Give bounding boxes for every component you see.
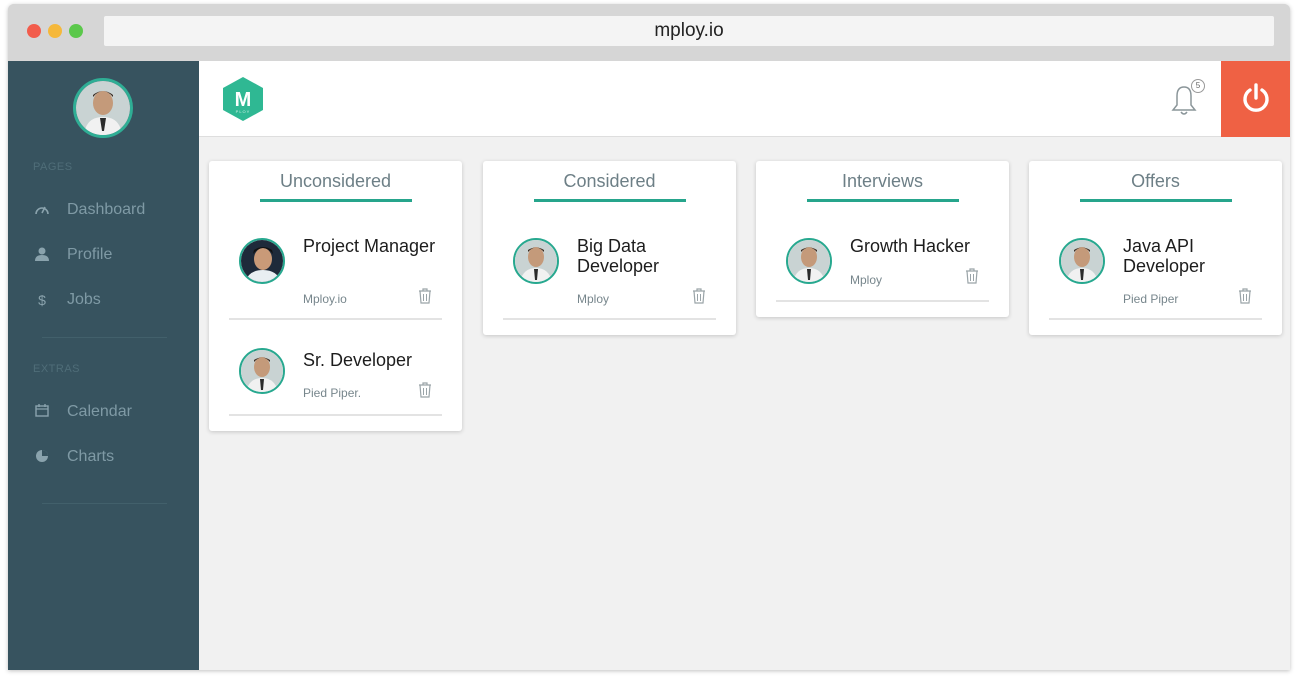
job-title: Project Manager xyxy=(303,236,436,256)
job-title: Big Data Developer xyxy=(577,236,660,276)
company-name: Mploy xyxy=(577,292,610,306)
applicant-avatar xyxy=(513,238,559,284)
column-interviews: Interviews Growth Hacker Mploy xyxy=(756,161,1009,317)
job-title: Growth Hacker xyxy=(850,236,971,256)
applicant-avatar xyxy=(239,238,285,284)
applicant-avatar xyxy=(1059,238,1105,284)
job-card[interactable]: Growth Hacker Mploy xyxy=(776,202,989,302)
job-title: Sr. Developer xyxy=(303,350,413,370)
sidebar-item-dashboard[interactable]: Dashboard xyxy=(33,199,145,221)
user-icon xyxy=(33,247,51,264)
trash-icon[interactable] xyxy=(418,288,432,304)
column-title: Considered xyxy=(563,171,656,191)
sidebar: PAGES Dashboard Profile $ Jobs EXTRAS Ca… xyxy=(8,61,199,670)
sidebar-divider xyxy=(42,503,167,504)
company-name: Pied Piper. xyxy=(303,386,362,400)
column-title: Interviews xyxy=(841,171,924,191)
sidebar-divider xyxy=(42,337,167,338)
applicant-avatar xyxy=(786,238,832,284)
sidebar-section-pages: PAGES xyxy=(33,161,73,173)
power-icon xyxy=(1242,83,1269,112)
job-card[interactable]: Project Manager Mploy.io xyxy=(229,202,442,320)
trash-icon[interactable] xyxy=(965,268,979,284)
gauge-icon xyxy=(33,202,51,218)
user-avatar[interactable] xyxy=(73,78,133,138)
job-card[interactable]: Big Data Developer Mploy xyxy=(503,202,716,320)
job-title: Java API Developer xyxy=(1123,236,1206,276)
column-title: Offers xyxy=(1131,171,1180,191)
company-name: Pied Piper xyxy=(1123,292,1179,306)
pie-chart-icon xyxy=(33,449,51,466)
trash-icon[interactable] xyxy=(418,382,432,398)
close-window-button[interactable] xyxy=(27,24,41,38)
calendar-icon xyxy=(33,404,51,420)
sidebar-section-extras: EXTRAS xyxy=(33,363,81,375)
company-name: Mploy xyxy=(850,273,883,287)
browser-window: mploy.io PAGES Dashboard Profile $ Jobs … xyxy=(8,4,1290,670)
applicant-avatar xyxy=(239,348,285,394)
top-bar: M PLOY 5 xyxy=(199,61,1290,137)
sidebar-item-label: Dashboard xyxy=(67,201,146,218)
mploy-logo[interactable]: M PLOY xyxy=(221,75,265,123)
job-card[interactable]: Java API Developer Pied Piper xyxy=(1049,202,1262,320)
maximize-window-button[interactable] xyxy=(69,24,83,38)
trash-icon[interactable] xyxy=(692,288,706,304)
logo-letter: M xyxy=(235,89,252,111)
sidebar-item-label: Charts xyxy=(67,448,115,465)
logo-subtext: PLOY xyxy=(236,109,251,114)
sidebar-item-jobs[interactable]: $ Jobs xyxy=(33,289,101,311)
app: PAGES Dashboard Profile $ Jobs EXTRAS Ca… xyxy=(8,61,1290,670)
sidebar-item-label: Calendar xyxy=(67,403,132,420)
sidebar-item-charts[interactable]: Charts xyxy=(33,446,114,468)
browser-titlebar: mploy.io xyxy=(8,4,1290,61)
trash-icon[interactable] xyxy=(1238,288,1252,304)
logout-button[interactable] xyxy=(1221,61,1290,137)
dollar-icon: $ xyxy=(38,292,46,308)
job-card[interactable]: Sr. Developer Pied Piper. xyxy=(229,320,442,416)
notification-badge: 5 xyxy=(1191,79,1205,93)
address-bar[interactable]: mploy.io xyxy=(104,16,1274,46)
sidebar-item-calendar[interactable]: Calendar xyxy=(33,401,132,423)
column-offers: Offers Java API Developer Pied Piper xyxy=(1029,161,1282,335)
sidebar-item-label: Profile xyxy=(67,246,113,263)
column-considered: Considered Big Data Developer Mploy xyxy=(483,161,736,335)
company-name: Mploy.io xyxy=(303,292,347,306)
sidebar-item-label: Jobs xyxy=(67,291,101,308)
minimize-window-button[interactable] xyxy=(48,24,62,38)
column-unconsidered: Unconsidered Project Manager Mploy.io Sr… xyxy=(209,161,462,431)
column-title: Unconsidered xyxy=(279,171,392,191)
sidebar-item-profile[interactable]: Profile xyxy=(33,244,112,266)
